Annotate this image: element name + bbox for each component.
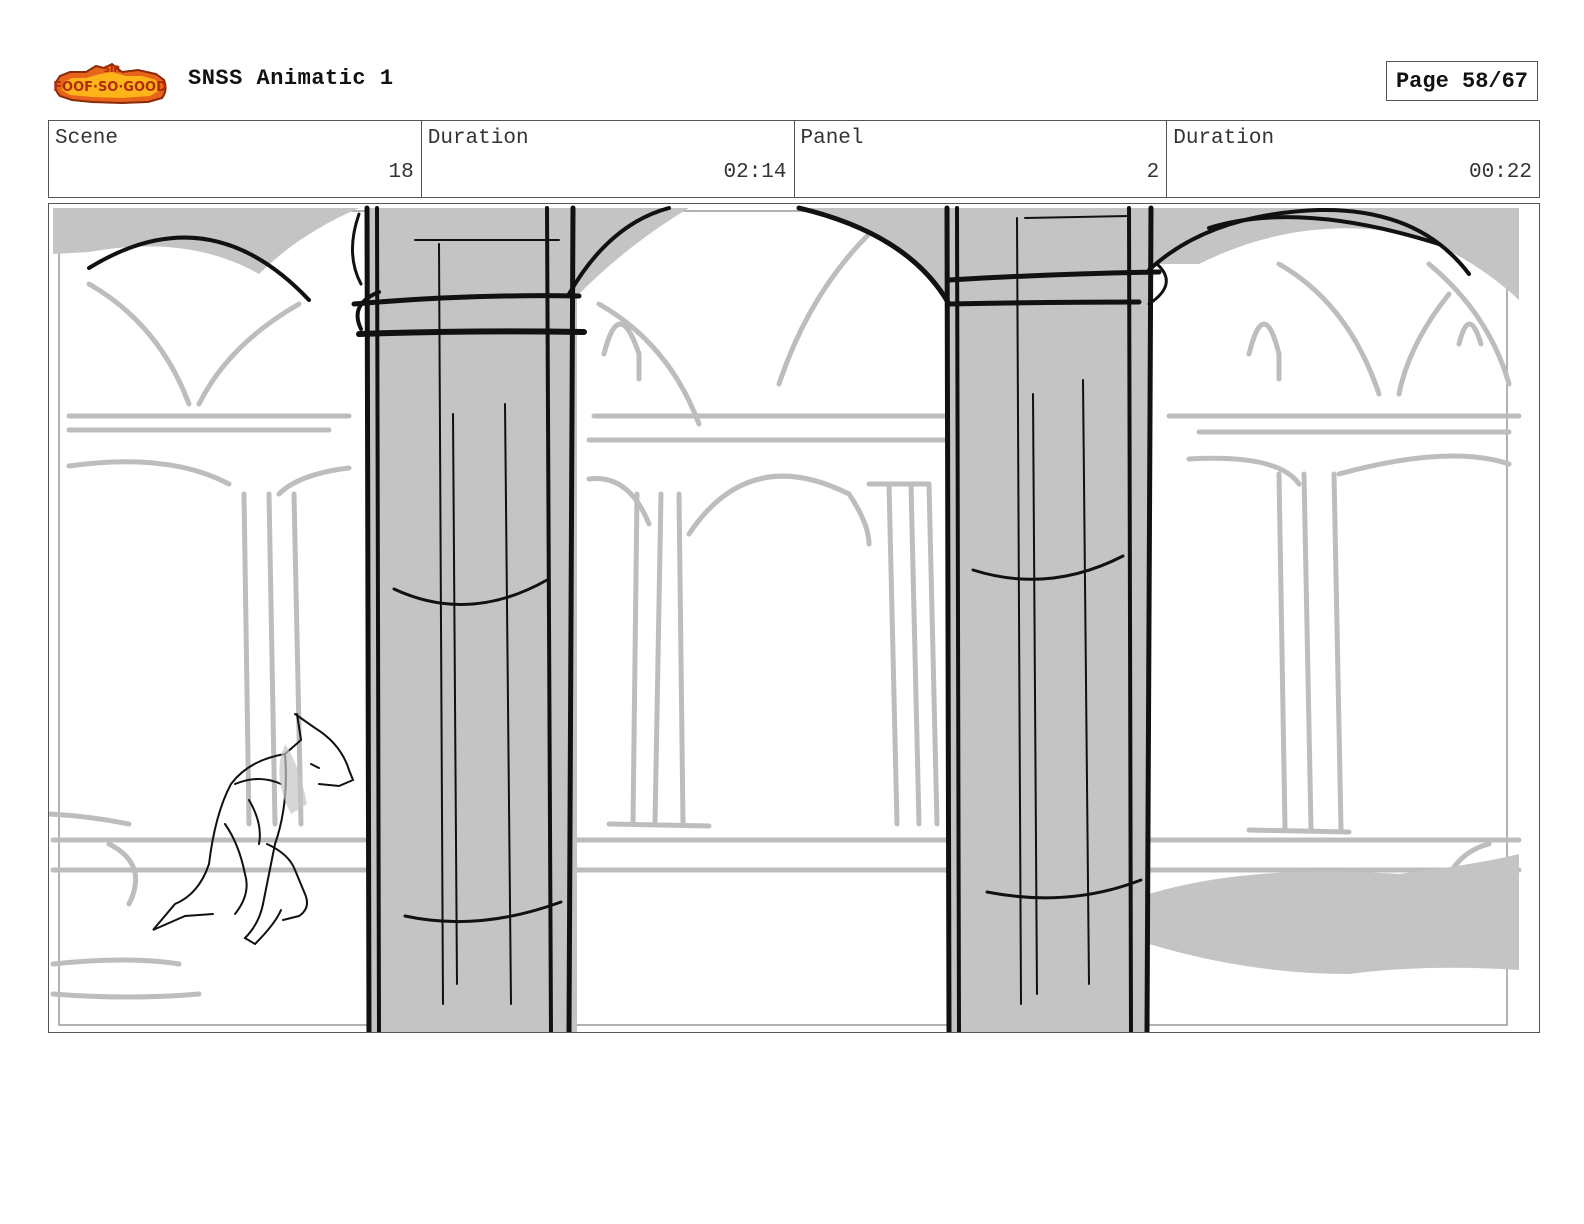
panel-label: Panel (800, 127, 864, 150)
panel-value: 2 (1146, 161, 1160, 184)
panel-duration-label: Duration (1173, 127, 1275, 150)
scene-duration-cell: Duration 02:14 (422, 121, 795, 197)
scene-duration-value: 02:14 (723, 161, 787, 184)
panel-duration-cell: Duration 00:22 (1167, 121, 1539, 197)
scene-label: Scene (55, 127, 119, 150)
svg-text:FOOF·SO·GOOD: FOOF·SO·GOOD (53, 80, 167, 95)
page-indicator: Page 58/67 (1386, 61, 1538, 101)
panel-cell: Panel 2 (795, 121, 1168, 197)
storyboard-panel (48, 203, 1540, 1033)
document-title: SNSS Animatic 1 (188, 66, 394, 91)
svg-text:SIR: SIR (104, 65, 121, 75)
scene-value: 18 (388, 161, 414, 184)
scene-duration-label: Duration (427, 127, 529, 150)
scene-cell: Scene 18 (49, 121, 422, 197)
panel-duration-value: 00:22 (1468, 161, 1532, 184)
info-table: Scene 18 Duration 02:14 Panel 2 Duration… (48, 120, 1540, 198)
storyboard-sketch-image (49, 205, 1522, 1032)
show-logo: FOOF·SO·GOOD SIR (52, 60, 168, 106)
